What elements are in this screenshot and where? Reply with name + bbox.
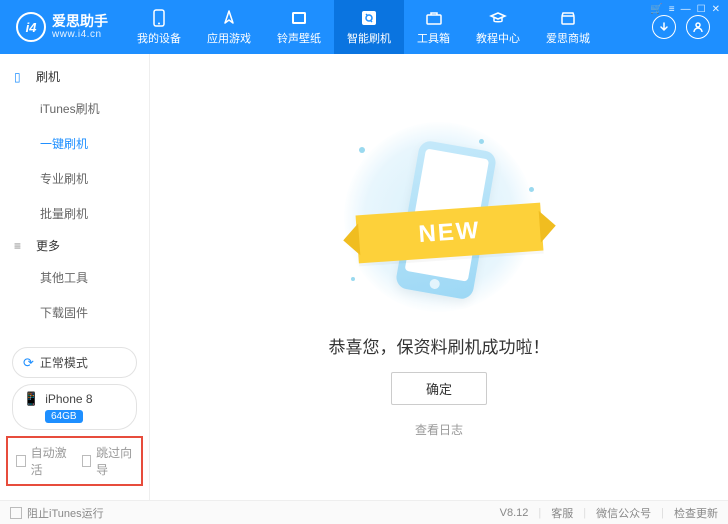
success-illustration: NEW (329, 127, 549, 307)
chk-label: 自动激活 (31, 444, 68, 478)
success-message: 恭喜您，保资料刷机成功啦！ (329, 333, 550, 358)
refresh-icon: ⟳ (23, 355, 34, 371)
nav-label: 铃声壁纸 (277, 30, 321, 46)
chk-skip-wizard[interactable]: 跳过向导 (82, 444, 134, 478)
section-title: 更多 (36, 237, 60, 254)
device-icon: ▯ (14, 70, 30, 84)
cart-icon[interactable]: 🛒 (650, 4, 662, 15)
phone-icon (150, 9, 168, 27)
sidebar-section-flash[interactable]: ▯ 刷机 (0, 62, 149, 91)
sidebar-item-batch-flash[interactable]: 批量刷机 (0, 196, 149, 231)
view-log-link[interactable]: 查看日志 (415, 421, 463, 438)
nav-apps[interactable]: 应用游戏 (194, 0, 264, 54)
logo-icon: i4 (16, 12, 46, 42)
apps-icon (220, 9, 238, 27)
nav-ringtones[interactable]: 铃声壁纸 (264, 0, 334, 54)
mode-label: 正常模式 (40, 354, 88, 371)
app-header: i4 爱思助手 www.i4.cn 我的设备 应用游戏 铃声壁纸 智能刷机 工具… (0, 0, 728, 54)
bottom-options-highlight: 自动激活 跳过向导 (6, 436, 143, 486)
nav-label: 爱思商城 (546, 30, 590, 46)
mode-pill[interactable]: ⟳ 正常模式 (12, 347, 137, 378)
sidebar: ▯ 刷机 iTunes刷机 一键刷机 专业刷机 批量刷机 ≡ 更多 其他工具 下… (0, 54, 150, 500)
nav-toolbox[interactable]: 工具箱 (404, 0, 463, 54)
minimize-icon[interactable]: — (681, 4, 691, 15)
nav-label: 工具箱 (417, 30, 450, 46)
separator: | (661, 507, 664, 519)
menu-icon[interactable]: ≡ (669, 4, 675, 15)
store-icon (559, 9, 577, 27)
nav-tutorials[interactable]: 教程中心 (463, 0, 533, 54)
brand-logo[interactable]: i4 爱思助手 www.i4.cn (6, 12, 118, 42)
checkbox-icon (82, 455, 92, 467)
sidebar-item-oneclick-flash[interactable]: 一键刷机 (0, 126, 149, 161)
brand-url: www.i4.cn (52, 30, 108, 40)
sidebar-section-more[interactable]: ≡ 更多 (0, 231, 149, 260)
support-link[interactable]: 客服 (551, 505, 573, 521)
phone-small-icon: 📱 (23, 391, 39, 407)
nav-store[interactable]: 爱思商城 (533, 0, 603, 54)
check-update-link[interactable]: 检查更新 (674, 505, 718, 521)
content-area: NEW 恭喜您，保资料刷机成功啦！ 确定 查看日志 (150, 54, 728, 500)
device-pill[interactable]: 📱 iPhone 8 64GB (12, 384, 137, 430)
flash-icon (360, 9, 378, 27)
nav-label: 应用游戏 (207, 30, 251, 46)
close-icon[interactable]: ✕ (712, 4, 720, 15)
wechat-link[interactable]: 微信公众号 (596, 505, 651, 521)
nav-flash[interactable]: 智能刷机 (334, 0, 404, 54)
separator: | (583, 507, 586, 519)
ok-button[interactable]: 确定 (391, 372, 487, 405)
section-title: 刷机 (36, 68, 60, 85)
capacity-badge: 64GB (45, 410, 83, 423)
sidebar-item-itunes-flash[interactable]: iTunes刷机 (0, 91, 149, 126)
sidebar-item-other-tools[interactable]: 其他工具 (0, 260, 149, 295)
separator: | (538, 507, 541, 519)
toolbox-icon (425, 9, 443, 27)
maximize-icon[interactable]: ☐ (697, 4, 706, 15)
cap-icon (489, 9, 507, 27)
top-nav: 我的设备 应用游戏 铃声壁纸 智能刷机 工具箱 教程中心 爱思商城 (124, 0, 603, 54)
list-icon: ≡ (14, 239, 30, 253)
status-bar: 阻止iTunes运行 V8.12 | 客服 | 微信公众号 | 检查更新 (0, 500, 728, 524)
device-name: iPhone 8 (45, 392, 92, 406)
chk-label: 阻止iTunes运行 (27, 505, 104, 521)
wallpaper-icon (290, 9, 308, 27)
nav-label: 教程中心 (476, 30, 520, 46)
sidebar-item-download-fw[interactable]: 下载固件 (0, 295, 149, 330)
brand-name: 爱思助手 (52, 14, 108, 28)
chk-label: 跳过向导 (96, 444, 133, 478)
nav-my-device[interactable]: 我的设备 (124, 0, 194, 54)
version-label: V8.12 (500, 507, 529, 519)
nav-label: 智能刷机 (347, 30, 391, 46)
checkbox-icon (16, 455, 26, 467)
checkbox-icon (10, 507, 22, 519)
nav-label: 我的设备 (137, 30, 181, 46)
sidebar-item-pro-flash[interactable]: 专业刷机 (0, 161, 149, 196)
chk-block-itunes[interactable]: 阻止iTunes运行 (10, 505, 104, 521)
chk-auto-activate[interactable]: 自动激活 (16, 444, 68, 478)
